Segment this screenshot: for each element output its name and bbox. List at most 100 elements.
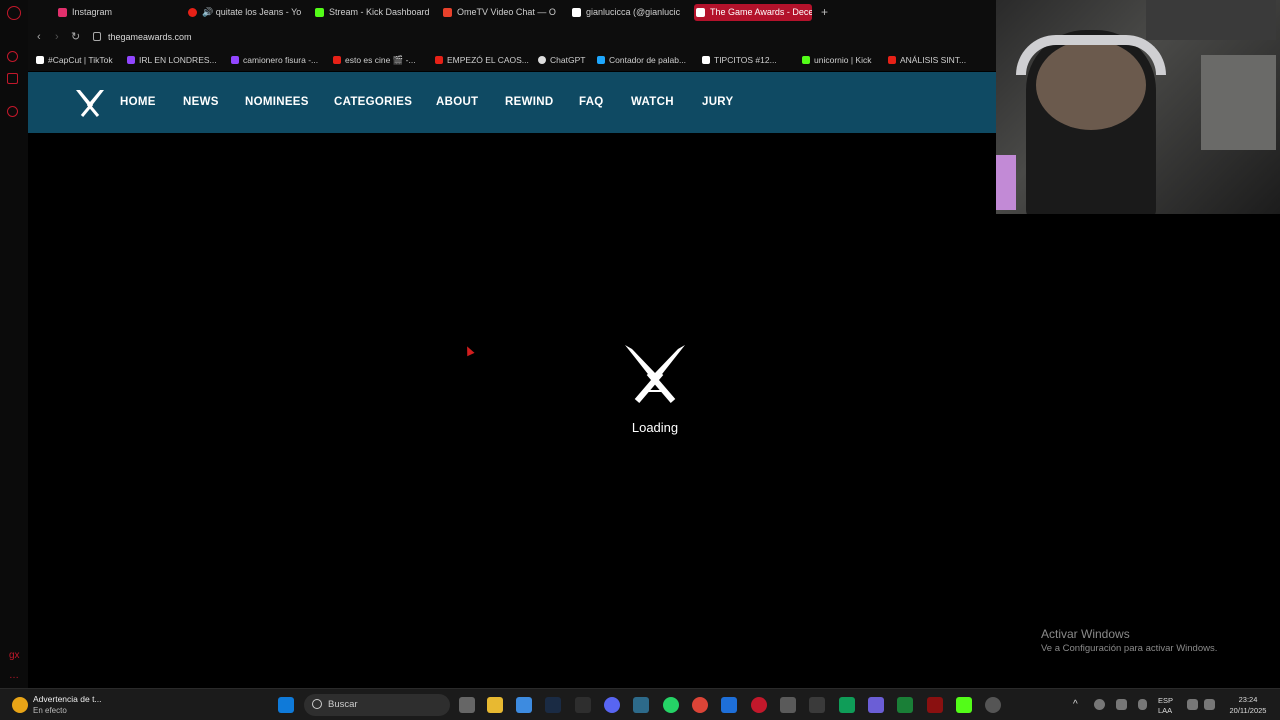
- tab-game-awards[interactable]: The Game Awards - Dece: [694, 4, 812, 21]
- more-icon[interactable]: …: [9, 670, 19, 681]
- taskbar: Advertencia de t... En efecto Buscar ^ E…: [0, 688, 1280, 720]
- opera-icon[interactable]: [751, 697, 767, 713]
- app-icon[interactable]: [927, 697, 943, 713]
- search-icon: [312, 699, 322, 709]
- nav-rewind[interactable]: REWIND: [505, 96, 553, 108]
- copilot-icon[interactable]: [516, 697, 532, 713]
- whatsapp-icon[interactable]: [663, 697, 679, 713]
- instagram-icon[interactable]: [7, 73, 18, 84]
- file-explorer-icon[interactable]: [487, 697, 503, 713]
- forward-icon[interactable]: ›: [55, 31, 59, 43]
- app-icon[interactable]: [633, 697, 649, 713]
- tab-tiktok[interactable]: gianlucicca (@gianlucic: [570, 4, 685, 21]
- bookmark-label: TIPCITOS #12...: [714, 55, 777, 65]
- bookmark-label: IRL EN LONDRES...: [139, 55, 217, 65]
- nav-nominees[interactable]: NOMINEES: [245, 96, 309, 108]
- messenger-icon[interactable]: [7, 51, 18, 62]
- language-bottom[interactable]: LAA: [1158, 706, 1172, 715]
- warning-icon[interactable]: [12, 697, 28, 713]
- tga-icon: [696, 8, 705, 17]
- nav-news[interactable]: NEWS: [183, 96, 219, 108]
- epic-games-icon[interactable]: [575, 697, 591, 713]
- tab-label: 🔊 quitate los Jeans - Yo: [202, 7, 301, 17]
- history-icon[interactable]: [7, 106, 18, 117]
- network-icon[interactable]: [1187, 699, 1198, 710]
- kick-icon: [315, 8, 324, 17]
- bookmark-item[interactable]: ANÁLISIS SINT...: [888, 55, 966, 65]
- language-top[interactable]: ESP: [1158, 696, 1173, 705]
- clock-time[interactable]: 23:24: [1228, 695, 1268, 704]
- bookmark-item[interactable]: TIPCITOS #12...: [702, 55, 777, 65]
- start-icon[interactable]: [278, 697, 294, 713]
- activate-windows-subtitle: Ve a Configuración para activar Windows.: [1041, 643, 1218, 654]
- youtube-icon: [435, 56, 443, 64]
- opera-logo-icon[interactable]: [7, 6, 21, 20]
- youtube-icon: [888, 56, 896, 64]
- app-icon[interactable]: [897, 697, 913, 713]
- defender-icon[interactable]: [721, 697, 737, 713]
- notification-title[interactable]: Advertencia de t...: [33, 694, 102, 704]
- tray-icon[interactable]: [1094, 699, 1105, 710]
- site-header: HOME NEWS NOMINEES CATEGORIES ABOUT REWI…: [28, 72, 996, 133]
- back-icon[interactable]: ‹: [37, 31, 41, 43]
- nav-watch[interactable]: WATCH: [631, 96, 674, 108]
- twitch-icon: [127, 56, 135, 64]
- bookmark-item[interactable]: IRL EN LONDRES...: [127, 55, 217, 65]
- app-icon[interactable]: [839, 697, 855, 713]
- browser-sidebar: gx …: [0, 0, 28, 688]
- bookmark-item[interactable]: #CapCut | TikTok: [36, 55, 113, 65]
- kick-icon[interactable]: [956, 697, 972, 713]
- bookmark-item[interactable]: EMPEZÓ EL CAOS...: [435, 55, 529, 65]
- notification-subtitle: En efecto: [33, 706, 67, 715]
- tab-instagram[interactable]: Instagram: [56, 4, 176, 21]
- bookmark-item[interactable]: ChatGPT: [538, 55, 585, 65]
- chrome-icon[interactable]: [692, 697, 708, 713]
- tab-kick[interactable]: Stream - Kick Dashboard: [313, 4, 433, 21]
- tab-ometv[interactable]: OmeTV Video Chat — Om: [441, 4, 556, 21]
- tab-label: gianlucicca (@gianlucic: [586, 7, 681, 17]
- nav-faq[interactable]: FAQ: [579, 96, 604, 108]
- nav-jury[interactable]: JURY: [702, 96, 733, 108]
- volume-icon[interactable]: [1204, 699, 1215, 710]
- loading-text: Loading: [631, 420, 679, 435]
- tiktok-icon: [572, 8, 581, 17]
- clock-date[interactable]: 20/11/2025: [1224, 706, 1272, 715]
- twitch-icon: [231, 56, 239, 64]
- bookmark-item[interactable]: unicornio | Kick: [802, 55, 871, 65]
- bookmark-item[interactable]: esto es cine 🎬 -...: [333, 55, 416, 66]
- chatgpt-icon: [538, 56, 546, 64]
- nav-categories[interactable]: CATEGORIES: [334, 96, 412, 108]
- teams-icon[interactable]: [868, 697, 884, 713]
- bookmark-label: camionero fisura -...: [243, 55, 319, 65]
- url-field[interactable]: thegameawards.com: [108, 32, 192, 42]
- bookmark-item[interactable]: camionero fisura -...: [231, 55, 318, 65]
- search-input[interactable]: Buscar: [304, 694, 450, 716]
- tab-label: Stream - Kick Dashboard: [329, 7, 430, 17]
- loading-logo-icon: [625, 345, 685, 403]
- tab-label: OmeTV Video Chat — Om: [457, 7, 556, 17]
- nav-home[interactable]: HOME: [120, 96, 156, 108]
- store-icon[interactable]: [809, 697, 825, 713]
- chevron-up-icon[interactable]: ^: [1073, 699, 1078, 710]
- tab-label: Instagram: [72, 7, 113, 17]
- search-placeholder: Buscar: [328, 699, 358, 710]
- tga-logo-icon[interactable]: [74, 86, 106, 118]
- task-view-icon[interactable]: [459, 697, 475, 713]
- microphone-icon[interactable]: [1138, 699, 1147, 710]
- steam-icon[interactable]: [545, 697, 561, 713]
- mouse-cursor-icon: [463, 344, 475, 357]
- new-tab-button[interactable]: +: [821, 4, 828, 21]
- webcam-overlay: [996, 0, 1280, 214]
- nav-about[interactable]: ABOUT: [436, 96, 478, 108]
- calculator-icon[interactable]: [780, 697, 796, 713]
- bookmarks-bar: #CapCut | TikTok IRL EN LONDRES... camio…: [28, 50, 996, 71]
- reload-icon[interactable]: ↻: [71, 30, 80, 43]
- tab-youtube[interactable]: 🔊 quitate los Jeans - Yo: [186, 4, 301, 21]
- bookmark-label: EMPEZÓ EL CAOS...: [447, 55, 529, 65]
- bookmark-label: ANÁLISIS SINT...: [900, 55, 967, 65]
- discord-icon[interactable]: [604, 697, 620, 713]
- gx-icon[interactable]: gx: [9, 650, 20, 661]
- bookmark-item[interactable]: Contador de palab...: [597, 55, 686, 65]
- tray-icon[interactable]: [1116, 699, 1127, 710]
- settings-icon[interactable]: [985, 697, 1001, 713]
